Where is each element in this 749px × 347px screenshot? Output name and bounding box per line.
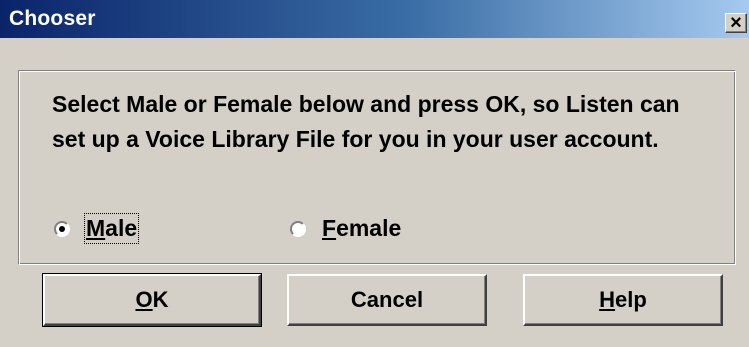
help-button[interactable]: Help	[523, 274, 723, 326]
window-title: Chooser	[9, 7, 96, 30]
male-radio-indicator[interactable]	[54, 220, 70, 237]
instruction-text: Select Male or Female below and press OK…	[52, 91, 680, 152]
female-radio-label[interactable]: Female	[322, 215, 401, 242]
close-button[interactable]: ×	[725, 12, 747, 34]
title-bar: Chooser ×	[0, 0, 749, 38]
male-radio[interactable]: Male	[54, 213, 140, 244]
chooser-dialog: Chooser × Select Male or Female below an…	[0, 0, 749, 347]
ok-button[interactable]: OK	[42, 273, 262, 327]
male-radio-label[interactable]: Male	[83, 213, 140, 244]
close-icon: ×	[730, 12, 742, 34]
female-radio-indicator[interactable]	[290, 220, 306, 237]
female-radio[interactable]: Female	[290, 215, 401, 242]
cancel-button[interactable]: Cancel	[287, 274, 487, 326]
